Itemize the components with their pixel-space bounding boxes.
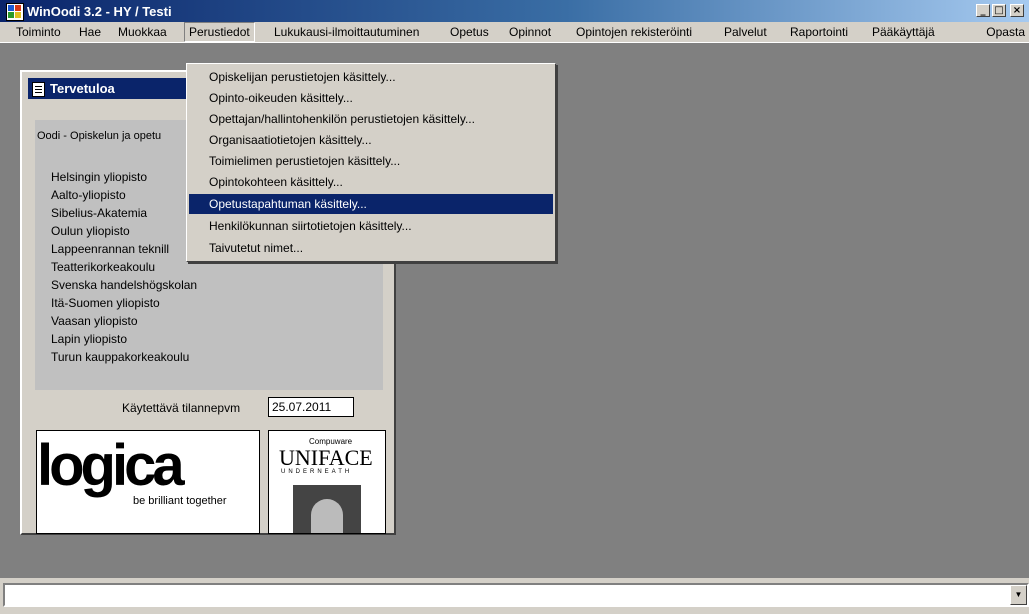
menu-opasta[interactable]: Opasta	[982, 22, 1029, 42]
welcome-window-title: Tervetuloa	[50, 81, 115, 96]
app-icon-part	[8, 5, 14, 11]
menu-hae[interactable]: Hae	[75, 22, 105, 42]
app-icon-part	[15, 5, 21, 11]
uniface-sub: UNDERNEATH	[281, 469, 353, 475]
menu-opetus[interactable]: Opetus	[446, 22, 493, 42]
menu-item-opetustapahtuma[interactable]: Opetustapahtuman käsittely...	[189, 194, 553, 214]
maximize-button[interactable]: □	[992, 4, 1006, 17]
app-icon[interactable]	[6, 3, 24, 21]
menu-opinnot[interactable]: Opinnot	[505, 22, 555, 42]
menu-item-henkilokunnan-siirtotiedot[interactable]: Henkilökunnan siirtotietojen käsittely..…	[189, 216, 553, 236]
menu-raportointi[interactable]: Raportointi	[786, 22, 852, 42]
menu-item-toimielin[interactable]: Toimielimen perustietojen käsittely...	[189, 151, 553, 171]
date-field[interactable]: 25.07.2011	[268, 397, 354, 417]
menu-opintojen-rekisterointi[interactable]: Opintojen rekisteröinti	[572, 22, 696, 42]
menu-lukukausi-ilmoittautuminen[interactable]: Lukukausi-ilmoittautuminen	[270, 22, 423, 42]
menu-item-taivutetut-nimet[interactable]: Taivutetut nimet...	[189, 238, 553, 258]
uniface-logo: Compuware UNIFACE UNDERNEATH	[268, 430, 386, 534]
menu-toiminto[interactable]: Toiminto	[12, 22, 65, 42]
menu-paakayttaja[interactable]: Pääkäyttäjä	[868, 22, 939, 42]
university-list: Helsingin yliopisto Aalto-yliopisto Sibe…	[51, 168, 197, 366]
status-combo-box[interactable]: ▼	[3, 583, 1029, 607]
close-button[interactable]: ×	[1010, 4, 1024, 17]
list-item: Lappeenrannan teknill	[51, 242, 170, 256]
list-item: Itä-Suomen yliopisto	[51, 296, 160, 310]
app-icon-part	[15, 12, 21, 18]
minimize-button[interactable]: _	[976, 4, 990, 17]
menu-item-opintokohde[interactable]: Opintokohteen käsittely...	[189, 172, 553, 192]
document-icon	[32, 82, 45, 97]
arch-graphic	[293, 485, 361, 533]
menu-bar: Toiminto Hae Muokkaa Perustiedot Lukukau…	[0, 22, 1029, 43]
list-item: Vaasan yliopisto	[51, 314, 138, 328]
intro-text: Oodi - Opiskelun ja opetu	[37, 130, 162, 142]
perustiedot-dropdown: Opiskelijan perustietojen käsittely... O…	[186, 63, 556, 262]
uniface-name: UNIFACE	[279, 445, 373, 470]
list-item: Svenska handelshögskolan	[51, 278, 198, 292]
date-label: Käytettävä tilannepvm	[122, 401, 241, 415]
menu-perustiedot[interactable]: Perustiedot	[184, 22, 255, 42]
list-item: Lapin yliopisto	[51, 332, 128, 346]
list-item: Helsingin yliopisto	[51, 170, 148, 184]
list-item: Sibelius-Akatemia	[51, 206, 148, 220]
list-item: Aalto-yliopisto	[51, 188, 126, 202]
app-icon-part	[8, 12, 14, 18]
menu-item-opiskelijan-perustiedot[interactable]: Opiskelijan perustietojen käsittely...	[189, 67, 553, 87]
menu-item-organisaatiotiedot[interactable]: Organisaatiotietojen käsittely...	[189, 130, 553, 150]
welcome-window-caption[interactable]: Tervetuloa	[28, 78, 188, 99]
window-title: WinOodi 3.2 - HY / Testi	[27, 4, 172, 19]
logica-logo: logica be brilliant together	[36, 430, 260, 534]
menu-muokkaa[interactable]: Muokkaa	[114, 22, 171, 42]
list-item: Turun kauppakorkeakoulu	[51, 350, 190, 364]
title-bar[interactable]: WinOodi 3.2 - HY / Testi _ □ ×	[0, 0, 1029, 22]
menu-item-opinto-oikeus[interactable]: Opinto-oikeuden käsittely...	[189, 88, 553, 108]
menu-palvelut[interactable]: Palvelut	[720, 22, 771, 42]
list-item: Oulun yliopisto	[51, 224, 130, 238]
menu-item-opettajan-perustiedot[interactable]: Opettajan/hallintohenkilön perustietojen…	[189, 109, 553, 129]
logica-wordmark: logica	[37, 433, 185, 498]
logica-tagline: be brilliant together	[133, 495, 227, 507]
status-bar: ▼	[0, 578, 1029, 614]
chevron-down-icon[interactable]: ▼	[1010, 585, 1027, 605]
list-item: Teatterikorkeakoulu	[51, 260, 156, 274]
